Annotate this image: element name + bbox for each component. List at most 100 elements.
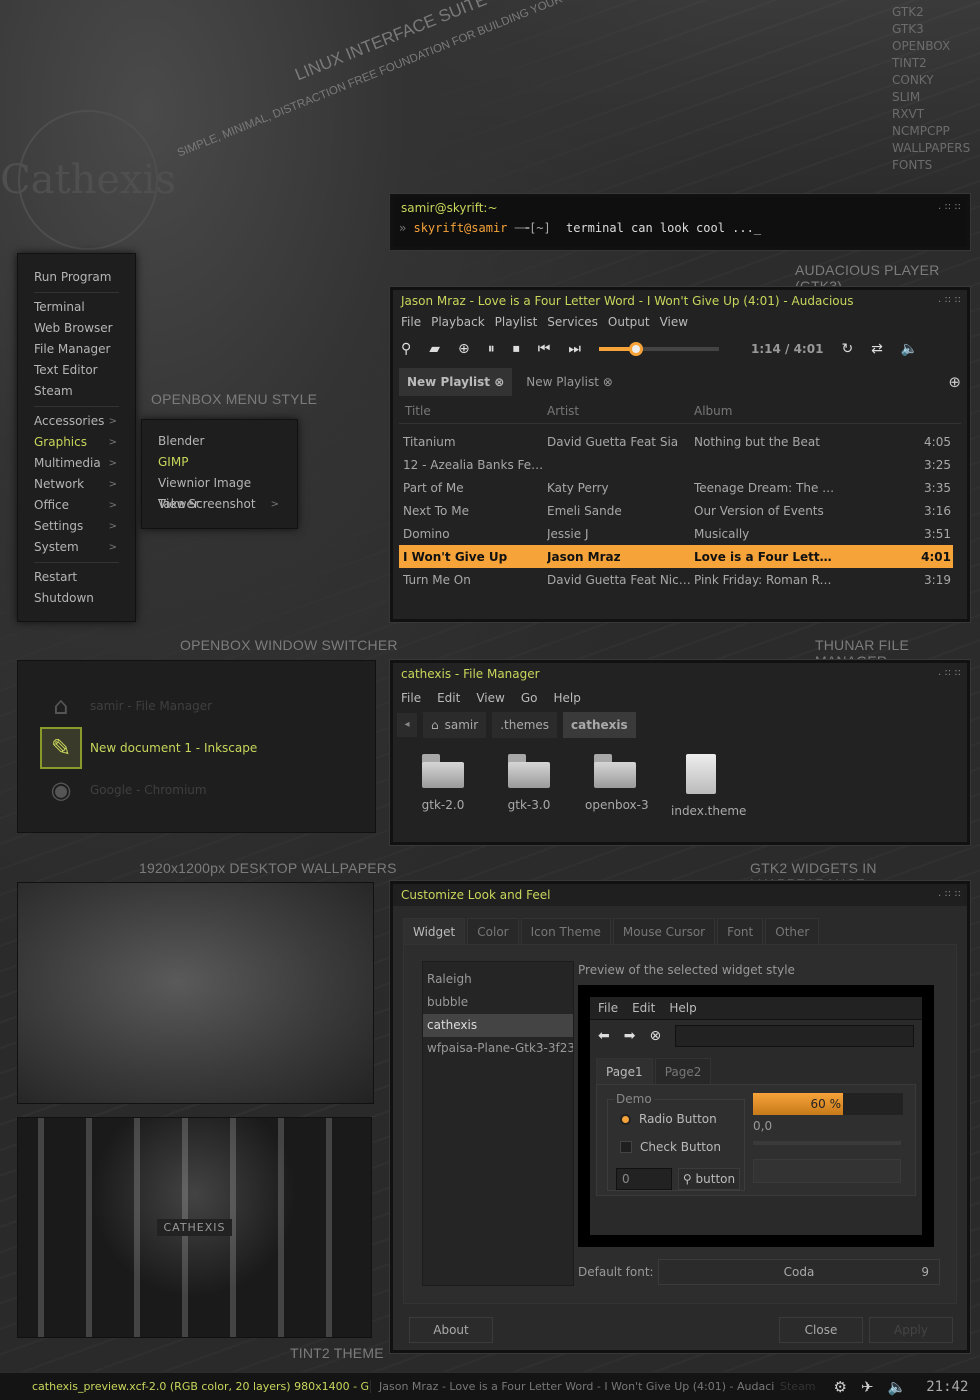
column-album[interactable]: Album [694,404,834,418]
menu-item[interactable]: Office > [18,495,135,516]
playlist-row[interactable]: Next To Me Emeli Sande Our Version of Even… [399,499,953,522]
menu-item[interactable]: Steam [18,381,135,402]
steam-icon[interactable]: ⚙ [834,1378,847,1396]
playlist-row[interactable]: Turn Me On David Guetta Feat Nicki ... Pin… [399,568,953,591]
theme-item[interactable]: cathexis [423,1014,573,1037]
top-link-tint2[interactable]: TINT2 [892,55,970,72]
menu-item[interactable]: Graphics > [18,432,135,453]
previous-icon[interactable]: ⏮ [538,341,551,357]
close-icon[interactable]: ⊗ [494,375,504,389]
preview-button[interactable]: ⚲ button [678,1168,740,1190]
top-link-wallpapers[interactable]: WALLPAPERS [892,140,970,157]
seek-slider[interactable] [599,342,719,356]
switcher-item[interactable]: ✎ New document 1 - Inkscape [18,727,375,769]
menu-view[interactable]: View [476,691,504,705]
top-link-rxvt[interactable]: RXVT [892,106,970,123]
tab-widget[interactable]: Widget [403,918,466,944]
playlist-tab[interactable]: New Playlist ⊗ [518,368,621,396]
menu-item[interactable]: Terminal [18,297,135,318]
menu-help[interactable]: Help [553,691,580,705]
menu-item[interactable]: Restart [18,567,135,588]
menu-output[interactable]: Output [608,315,650,329]
about-button[interactable]: About [409,1317,493,1343]
playlist-row[interactable]: Part of Me Katy Perry Teenage Dream: The C… [399,476,953,499]
preview-tab-1[interactable]: Page1 [596,1058,653,1084]
window-controls[interactable]: . :: :: [938,667,961,678]
playlist-tab-active[interactable]: New Playlist ⊗ [399,368,513,396]
menu-item[interactable]: System > [18,537,135,558]
tab-icon-theme[interactable]: Icon Theme [520,918,611,944]
theme-item[interactable]: wfpaisa-Plane-Gtk3-3f23d [423,1037,573,1060]
top-link-openbox[interactable]: OPENBOX [892,38,970,55]
playlist-row[interactable]: Titanium David Guetta Feat Sia Nothing but… [399,430,953,453]
top-link-slim[interactable]: SLIM [892,89,970,106]
menu-playlist[interactable]: Playlist [495,315,538,329]
tab-color[interactable]: Color [467,918,519,944]
column-title[interactable]: Title [399,404,547,418]
open-icon[interactable]: ▰ [429,341,440,357]
check-button[interactable]: Check Button [620,1140,721,1154]
repeat-icon[interactable]: ↻ [841,341,853,357]
preview-menu-edit[interactable]: Edit [632,1001,655,1015]
menu-item[interactable]: Web Browser [18,318,135,339]
tray-steam-label[interactable]: Steam [780,1380,816,1393]
path-button[interactable]: .themes [492,712,558,738]
radio-button[interactable]: Radio Button [620,1112,717,1126]
menu-services[interactable]: Services [547,315,598,329]
pause-icon[interactable]: ⏸ [488,341,495,357]
search-icon[interactable]: ⚲ [401,341,411,357]
menu-item[interactable]: Shutdown [18,588,135,609]
switcher-item[interactable]: ◉ Google - Chromium [18,769,375,811]
task-audacious[interactable]: Jason Mraz - Love is a Four Letter Word … [370,1380,774,1393]
task-gimp[interactable]: cathexis_preview.xcf-2.0 (RGB color, 20 … [0,1380,370,1393]
terminal-line[interactable]: » skyrift@samir ─╼[~] terminal can look … [393,219,967,237]
pin-icon[interactable]: ✈ [861,1378,874,1396]
stop-icon[interactable]: ⊗ [649,1028,661,1044]
switcher-item[interactable]: ⌂ samir - File Manager [18,685,375,727]
menu-item[interactable]: Accessories > [18,411,135,432]
theme-item[interactable]: Raleigh [423,968,573,991]
tab-other[interactable]: Other [765,918,820,944]
back-icon[interactable]: ⬅ [598,1028,610,1044]
seek-knob[interactable] [629,342,644,356]
top-link-gtk3[interactable]: GTK3 [892,21,970,38]
font-button[interactable]: Coda 9 [658,1259,940,1285]
path-back-icon[interactable]: ◂ [397,713,417,737]
submenu-item[interactable]: Take Screenshot > [142,494,297,515]
menu-file[interactable]: File [401,691,421,705]
tab-mouse-cursor[interactable]: Mouse Cursor [612,918,716,944]
path-button[interactable]: ⌂ samir [423,712,487,738]
window-controls[interactable]: . :: :: [938,201,961,212]
path-button[interactable]: cathexis [563,712,636,738]
file-item[interactable]: index.theme [671,754,746,818]
add-playlist-icon[interactable]: ⊕ [948,373,961,391]
preview-tab-2[interactable]: Page2 [654,1058,712,1084]
column-artist[interactable]: Artist [547,404,694,418]
forward-icon[interactable]: ➡ [624,1028,636,1044]
menu-item[interactable]: Settings > [18,516,135,537]
volume-icon[interactable]: 🔈 [888,1378,907,1396]
spin-button[interactable]: 0 [616,1168,672,1190]
top-link-gtk2[interactable]: GTK2 [892,4,970,21]
submenu-item[interactable]: GIMP [142,452,297,473]
file-item[interactable]: openbox-3 [585,754,649,818]
theme-item[interactable]: bubble [423,991,573,1014]
next-icon[interactable]: ⏭ [568,341,581,357]
menu-item[interactable]: File Manager [18,339,135,360]
playlist-row[interactable]: Domino Jessie J Musically 3:51 [399,522,953,545]
terminal-window[interactable]: samir@skyrift:~ . :: :: » skyrift@samir … [390,194,970,250]
tab-font[interactable]: Font [717,918,764,944]
menu-edit[interactable]: Edit [437,691,460,705]
close-icon[interactable]: ⊗ [603,375,613,389]
submenu-item[interactable]: Blender [142,431,297,452]
top-link-ncmpcpp[interactable]: NCMPCPP [892,123,970,140]
preview-entry[interactable] [675,1025,914,1047]
apply-button[interactable]: Apply [869,1317,953,1343]
playlist-row[interactable]: I Won't Give Up Jason Mraz Love is a Four … [399,545,953,568]
menu-item[interactable]: Multimedia > [18,453,135,474]
submenu-item[interactable]: Viewnior Image Viewer [142,473,297,511]
top-link-fonts[interactable]: FONTS [892,157,970,174]
menu-view[interactable]: View [660,315,688,329]
stop-icon[interactable]: ⏹ [513,341,520,357]
menu-playback[interactable]: Playback [431,315,485,329]
